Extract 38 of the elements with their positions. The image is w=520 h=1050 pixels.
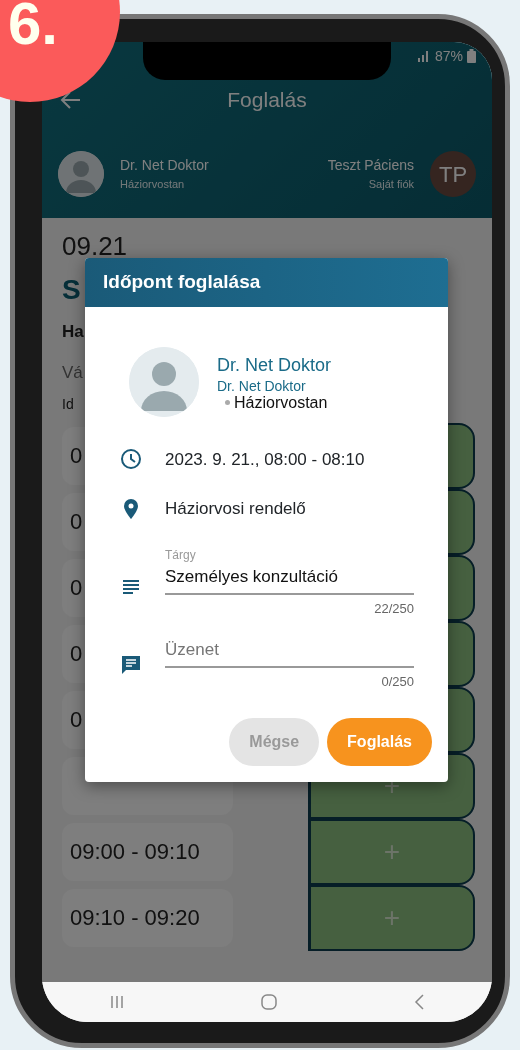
- time-slot[interactable]: 09:00 - 09:10: [62, 822, 233, 881]
- appointment-time: 2023. 9. 21., 08:00 - 08:10: [165, 448, 365, 471]
- battery-level: 87%: [434, 46, 463, 66]
- doctor-name: Dr. Net Doktor: [217, 353, 332, 377]
- character-counter: 0/250: [380, 673, 414, 691]
- patient-name: Teszt Páciens: [327, 156, 414, 176]
- book-button[interactable]: Foglalás: [327, 717, 432, 766]
- page-heading: S: [62, 272, 81, 307]
- back-icon[interactable]: [412, 993, 425, 1011]
- home-icon[interactable]: [260, 993, 278, 1011]
- doctor-avatar: [58, 151, 104, 197]
- time-slot[interactable]: 09:10 - 09:20: [62, 888, 233, 947]
- booking-dialog: Időpont foglalása Dr. Net Doktor Dr. Net Doktor Háziorvostan 2023. 9. 21., 08:00 - 08:10 Háziorvosi rendelő Tárgy Személyes konzultáció 22/250 Üzenet 0/250 Mégse Foglalás: [85, 258, 448, 782]
- info-text: Ha: [62, 320, 84, 343]
- doctor-subtitle: Dr. Net Doktor: [217, 378, 307, 394]
- add-slot-button[interactable]: +: [308, 818, 475, 885]
- dialog-title: Időpont foglalása: [85, 258, 448, 307]
- chat-bubble-icon: [119, 653, 143, 677]
- add-slot-button[interactable]: +: [308, 884, 475, 951]
- character-counter: 22/250: [373, 600, 414, 618]
- date-text: 09.21: [62, 232, 128, 261]
- recent-apps-icon[interactable]: [109, 994, 126, 1010]
- info-text: Vá: [62, 362, 83, 385]
- doctor-name: Dr. Net Doktor: [120, 156, 210, 176]
- signal-icon: [416, 50, 431, 62]
- info-text: Id: [62, 394, 74, 414]
- patient-avatar[interactable]: TP: [430, 151, 476, 197]
- step-number: 6.: [7, 0, 58, 54]
- message-field[interactable]: Üzenet: [165, 636, 414, 662]
- account-label: Saját fiók: [367, 177, 414, 193]
- location-text: Háziorvosi rendelő: [165, 498, 306, 520]
- clock-icon: [119, 447, 143, 472]
- screen-title: Foglalás: [227, 88, 307, 112]
- bullet-dot: [225, 399, 230, 405]
- doctor-specialty: Háziorvostan: [234, 393, 328, 411]
- subject-field[interactable]: Személyes konzultáció: [165, 563, 414, 589]
- doctor-specialty: Háziorvostan: [120, 177, 186, 193]
- battery-icon: [467, 49, 476, 63]
